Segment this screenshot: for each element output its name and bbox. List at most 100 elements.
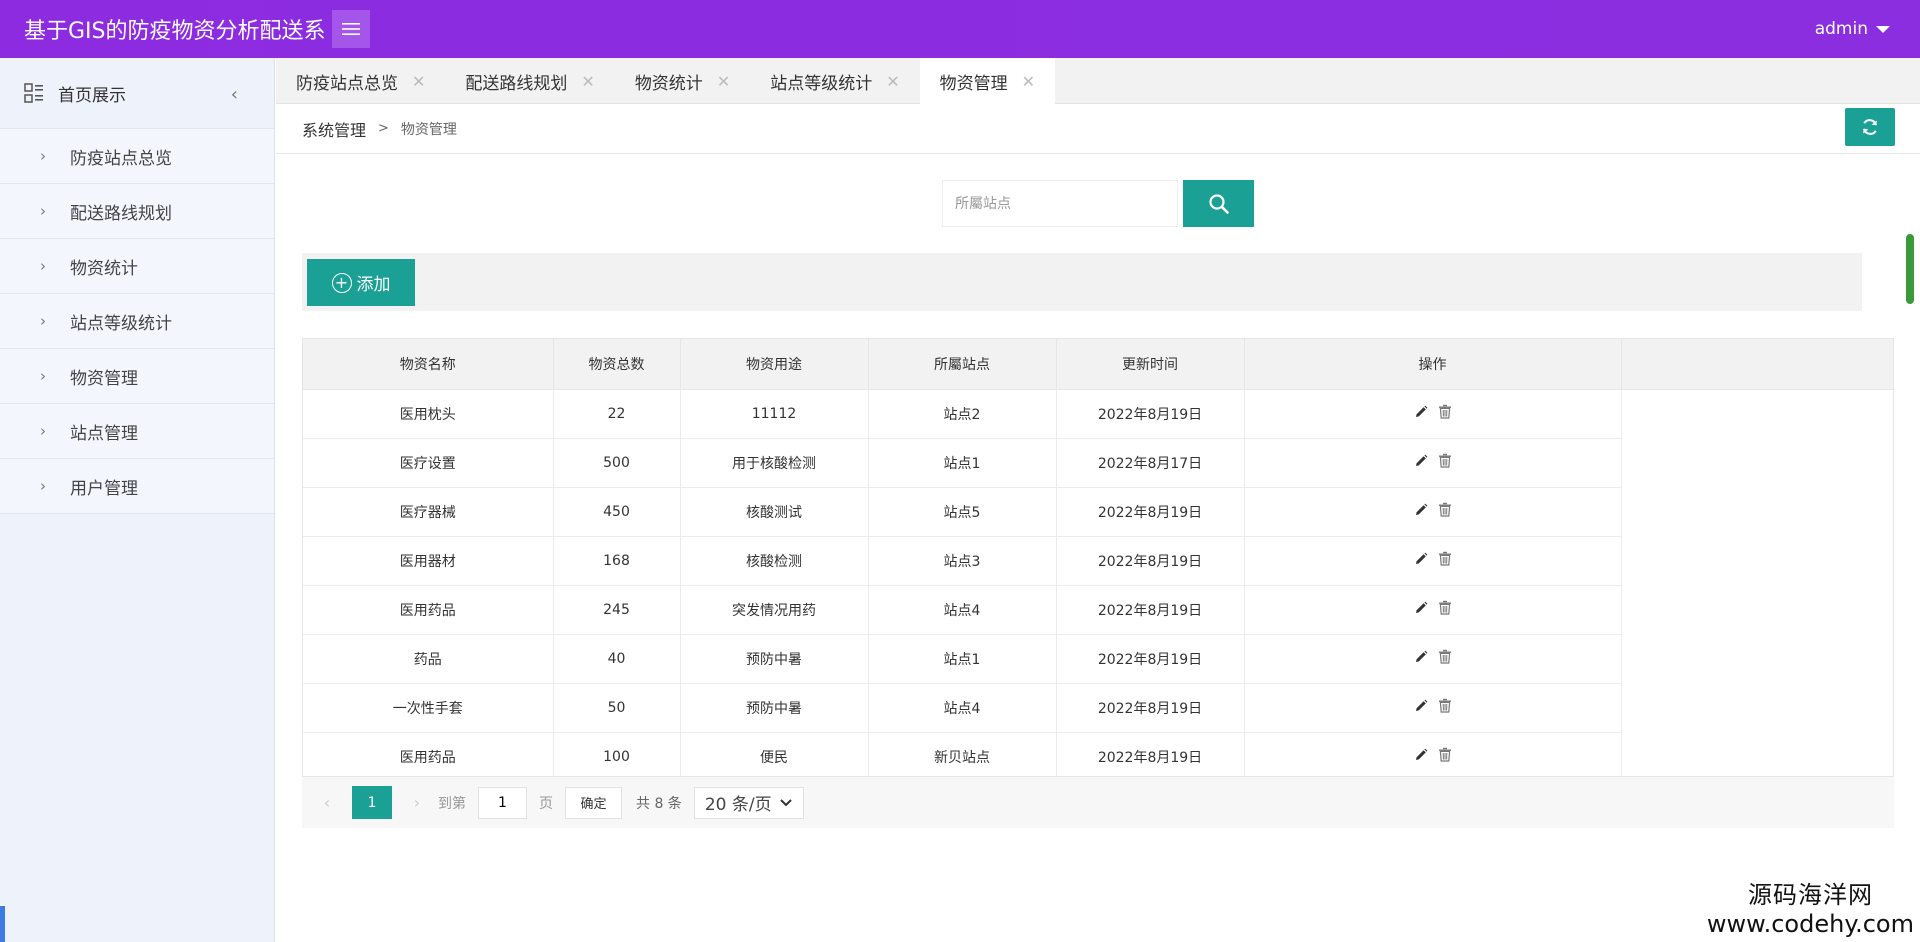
refresh-button[interactable] [1845,108,1895,146]
cell-total: 100 [553,732,681,782]
chevron-right-icon: › [40,202,46,220]
add-button[interactable]: + 添加 [307,259,415,306]
cell-empty [1621,585,1893,634]
page-number-current[interactable]: 1 [352,786,392,819]
chevron-left-icon[interactable]: ‹ [231,84,238,105]
sidebar-item-supply-management[interactable]: › 物资管理 [0,349,274,404]
delete-button[interactable] [1438,698,1452,713]
watermark-site-name: 源码海洋网 [1747,881,1873,909]
menu-toggle-button[interactable] [331,10,370,48]
edit-icon [1415,601,1427,613]
cell-total: 450 [553,487,681,537]
sidebar-item-supply-stats[interactable]: › 物资统计 [0,239,274,294]
column-header-updated: 更新时间 [1056,339,1245,390]
table-row: 药品 40 预防中暑 站点1 2022年8月19日 [303,634,1893,684]
cell-name: 一次性手套 [303,683,554,733]
cell-name: 医疗器械 [303,487,554,537]
table-toolbar: + 添加 [302,253,1862,311]
delete-button[interactable] [1438,453,1452,468]
cell-usage: 核酸测试 [680,487,869,537]
table-row: 医用药品 100 便民 新贝站点 2022年8月19日 [303,732,1893,782]
goto-confirm-button[interactable]: 确定 [565,786,622,819]
trash-icon [1438,748,1451,762]
delete-button[interactable] [1438,404,1452,419]
user-menu[interactable]: admin [1815,0,1890,58]
page-scrollbar[interactable] [1906,234,1914,304]
row-actions [1414,649,1452,664]
page-label: 页 [539,795,553,812]
sidebar-item-label: 站点等级统计 [70,313,172,334]
tab-label: 站点等级统计 [770,73,873,94]
sidebar-item-station-level-stats[interactable]: › 站点等级统计 [0,294,274,349]
tab-supply-management[interactable]: 物资管理 ✕ [919,58,1056,104]
cell-actions [1244,438,1622,488]
sidebar-item-station-overview[interactable]: › 防疫站点总览 [0,129,274,184]
chevron-right-icon: › [40,312,46,330]
close-icon[interactable]: ✕ [581,72,594,91]
delete-button[interactable] [1438,649,1452,664]
cell-usage: 用于核酸检测 [680,438,869,488]
cell-total: 245 [553,585,681,635]
delete-button[interactable] [1438,502,1452,517]
tab-station-level-stats[interactable]: 站点等级统计 ✕ [750,58,919,104]
page-size-select[interactable]: 20 条/页 [693,786,804,819]
chevron-right-icon: › [40,147,46,165]
edit-button[interactable] [1414,405,1428,419]
tab-supply-stats[interactable]: 物资统计 ✕ [615,58,750,104]
search-icon [1208,193,1229,214]
tab-station-overview[interactable]: 防疫站点总览 ✕ [276,58,445,104]
cell-name: 医疗设置 [303,438,554,488]
cell-updated: 2022年8月19日 [1056,634,1245,684]
chevron-right-icon[interactable]: › [402,793,432,812]
row-actions [1414,502,1452,517]
sidebar-item-route-planning[interactable]: › 配送路线规划 [0,184,274,239]
tab-route-planning[interactable]: 配送路线规划 ✕ [445,58,614,104]
chevron-left-icon[interactable]: ‹ [312,793,342,812]
cell-empty [1621,732,1893,781]
sidebar-item-station-management[interactable]: › 站点管理 [0,404,274,459]
close-icon[interactable]: ✕ [717,72,730,91]
edit-button[interactable] [1414,552,1428,566]
search-button[interactable] [1183,180,1254,227]
close-icon[interactable]: ✕ [412,72,425,91]
cell-actions [1244,683,1622,733]
delete-button[interactable] [1438,747,1452,762]
close-icon[interactable]: ✕ [886,72,899,91]
sidebar-item-label: 物资管理 [70,368,138,389]
hamburger-icon [341,23,360,35]
row-actions [1414,453,1452,468]
cell-updated: 2022年8月19日 [1056,536,1245,586]
tab-label: 配送路线规划 [465,73,568,94]
edit-icon [1415,650,1427,662]
cell-updated: 2022年8月19日 [1056,732,1245,782]
goto-page-input[interactable] [478,786,527,819]
refresh-icon [1863,119,1877,135]
edit-button[interactable] [1414,601,1428,615]
station-search-input[interactable] [942,180,1178,227]
edit-button[interactable] [1414,699,1428,713]
goto-label: 到第 [438,795,466,812]
delete-button[interactable] [1438,551,1452,566]
edit-button[interactable] [1414,454,1428,468]
breadcrumb-root[interactable]: 系统管理 [302,117,366,141]
sidebar-item-user-management[interactable]: › 用户管理 [0,459,274,514]
sidebar-item-label: 防疫站点总览 [70,148,172,169]
edit-icon [1415,699,1427,711]
edit-button[interactable] [1414,748,1428,762]
cell-actions [1244,389,1622,439]
edit-button[interactable] [1414,503,1428,517]
column-header-empty [1621,339,1893,390]
cell-station: 新贝站点 [868,732,1057,782]
sidebar-menu: › 防疫站点总览 › 配送路线规划 › 物资统计 › 站点等级统计 › 物资管理 › 站点管… [0,128,274,514]
delete-button[interactable] [1438,600,1452,615]
sidebar-home-label: 首页展示 [58,85,126,106]
edit-button[interactable] [1414,650,1428,664]
table-row: 医用药品 245 突发情况用药 站点4 2022年8月19日 [303,585,1893,635]
close-icon[interactable]: ✕ [1022,72,1035,91]
breadcrumb-separator: > [378,121,389,136]
sidebar-home[interactable]: 首页展示 ‹ [0,58,274,128]
cell-usage: 便民 [680,732,869,782]
cell-station: 站点3 [868,536,1057,586]
grid-list-icon [24,83,43,103]
cell-station: 站点1 [868,634,1057,684]
